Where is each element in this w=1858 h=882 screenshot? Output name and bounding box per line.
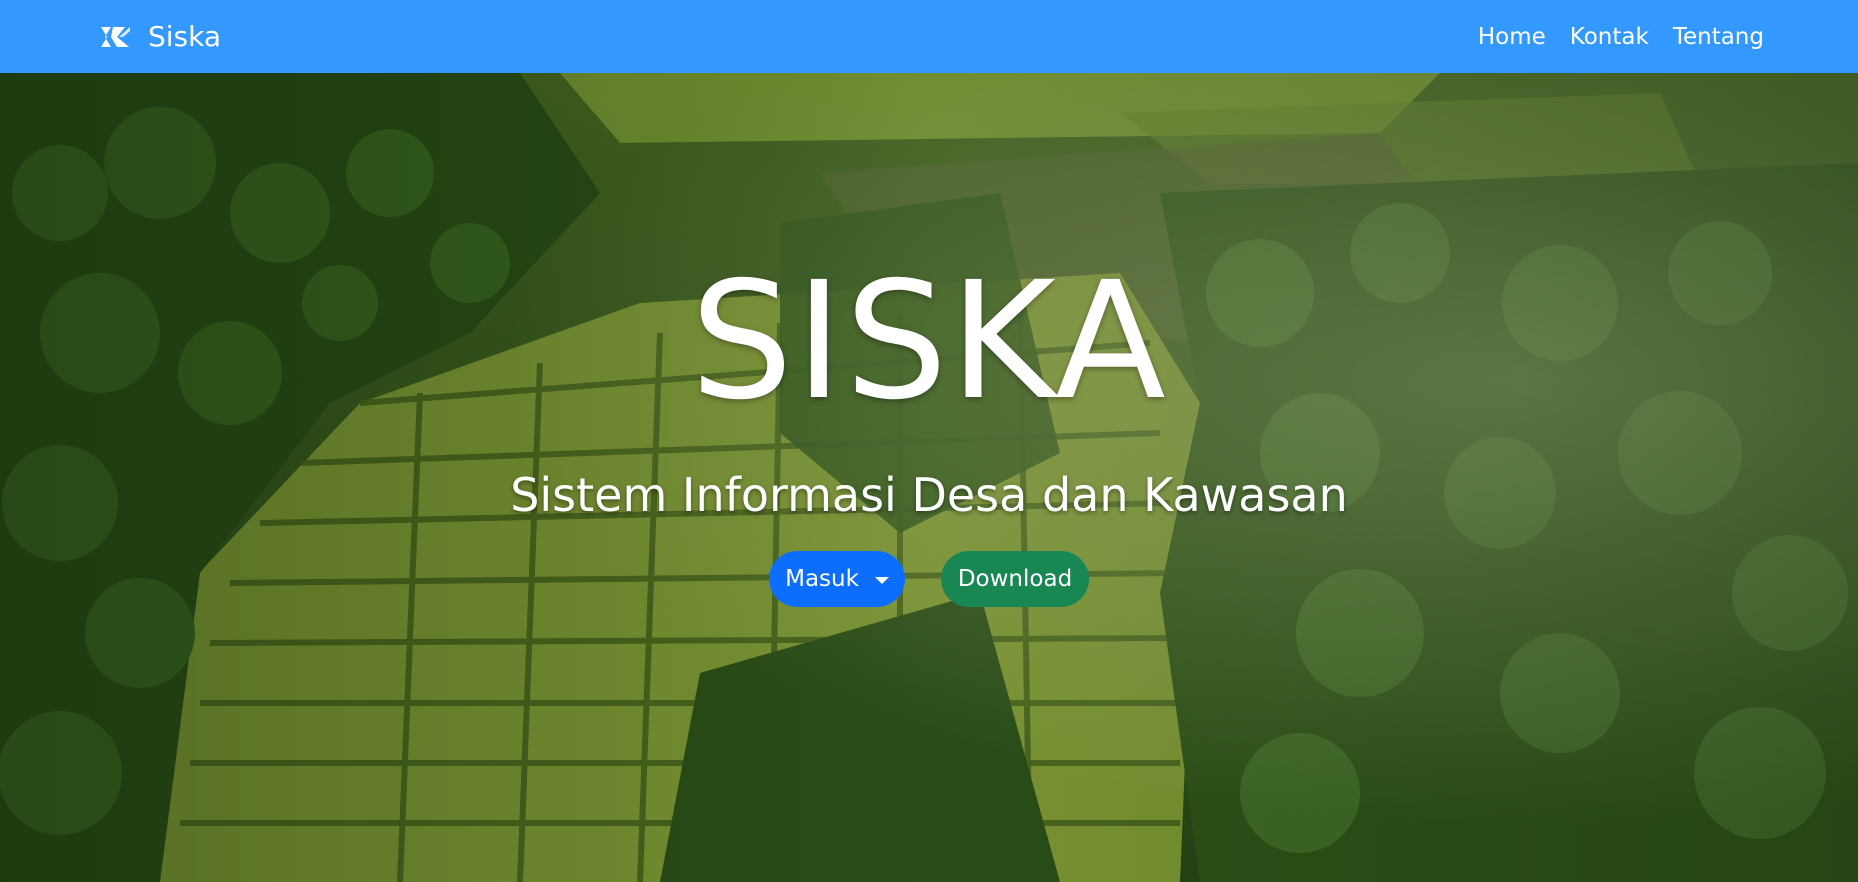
login-button-label: Masuk <box>785 566 859 592</box>
nav-link-tentang[interactable]: Tentang <box>1673 24 1764 50</box>
login-dropdown-button[interactable]: Masuk <box>769 551 905 607</box>
hero-content: SISKA Sistem Informasi Desa dan Kawasan … <box>0 73 1858 882</box>
brand-name: Siska <box>148 20 222 53</box>
nav-link-kontak[interactable]: Kontak <box>1570 24 1649 50</box>
brand-link[interactable]: Siska <box>94 16 221 58</box>
nav-link-home[interactable]: Home <box>1478 24 1546 50</box>
caret-down-icon <box>874 576 889 584</box>
hero-section: SISKA Sistem Informasi Desa dan Kawasan … <box>0 73 1858 882</box>
hero-title: SISKA <box>690 248 1168 436</box>
navbar: Siska Home Kontak Tentang <box>0 0 1858 73</box>
nav-links: Home Kontak Tentang <box>1478 24 1764 50</box>
download-button[interactable]: Download <box>941 551 1089 607</box>
download-button-label: Download <box>957 566 1073 592</box>
hero-actions: Masuk Download <box>0 551 1858 607</box>
siska-logo-icon <box>94 16 136 58</box>
hero-subtitle: Sistem Informasi Desa dan Kawasan <box>510 468 1348 522</box>
